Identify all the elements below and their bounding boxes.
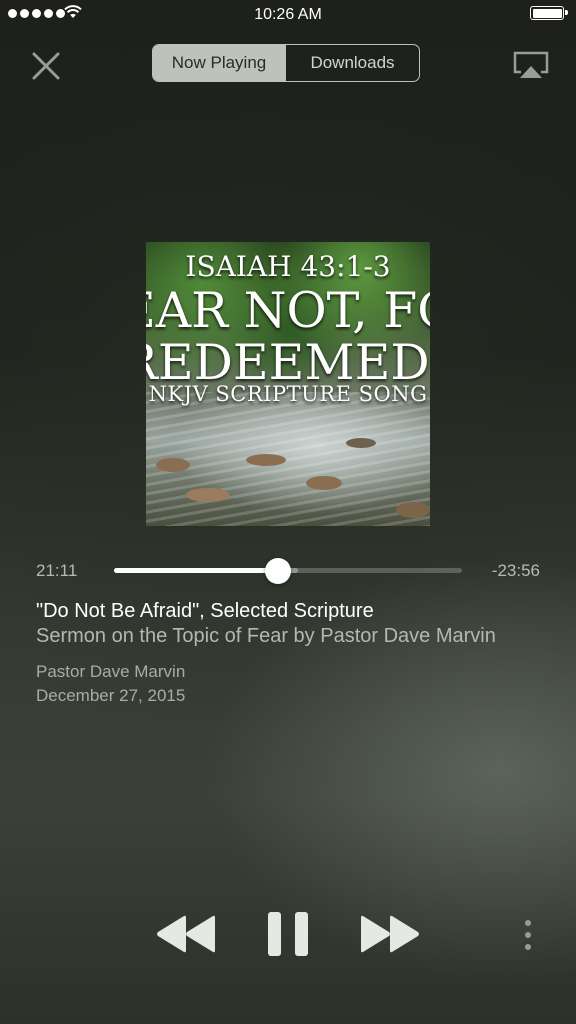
track-title: "Do Not Be Afraid", Selected Scripture <box>36 600 374 622</box>
fast-forward-icon[interactable] <box>359 912 421 956</box>
tab-downloads[interactable]: Downloads <box>285 45 419 81</box>
status-bar: 10:26 AM <box>0 0 576 30</box>
more-vertical-icon[interactable] <box>518 918 538 952</box>
airplay-icon[interactable] <box>512 50 550 80</box>
battery-icon <box>530 6 568 20</box>
artwork-reference: ISAIAH 43:1-3 <box>185 250 391 283</box>
view-segmented-control: Now Playing Downloads <box>152 44 420 82</box>
artwork-headline-1: FEAR NOT, FOR <box>146 282 430 339</box>
rewind-icon[interactable] <box>155 912 217 956</box>
tab-now-playing[interactable]: Now Playing <box>153 45 285 81</box>
status-time: 10:26 AM <box>254 6 322 23</box>
artwork-caption: NKJV SCRIPTURE SONG <box>148 382 428 406</box>
remaining-time: -23:56 <box>491 561 540 580</box>
speaker-name: Pastor Dave Marvin <box>36 662 186 681</box>
played-bar <box>114 568 278 573</box>
pause-icon[interactable] <box>266 910 310 958</box>
slider-thumb[interactable] <box>264 558 291 584</box>
close-icon[interactable] <box>28 48 64 84</box>
elapsed-time: 21:11 <box>36 561 78 580</box>
track-subtitle: Sermon on the Topic of Fear by Pastor Da… <box>36 625 496 647</box>
progress-slider[interactable] <box>114 558 462 584</box>
album-artwork: ISAIAH 43:1-3 FEAR NOT, FOR I REDEEMED Y… <box>146 242 430 526</box>
track-date: December 27, 2015 <box>36 686 186 705</box>
